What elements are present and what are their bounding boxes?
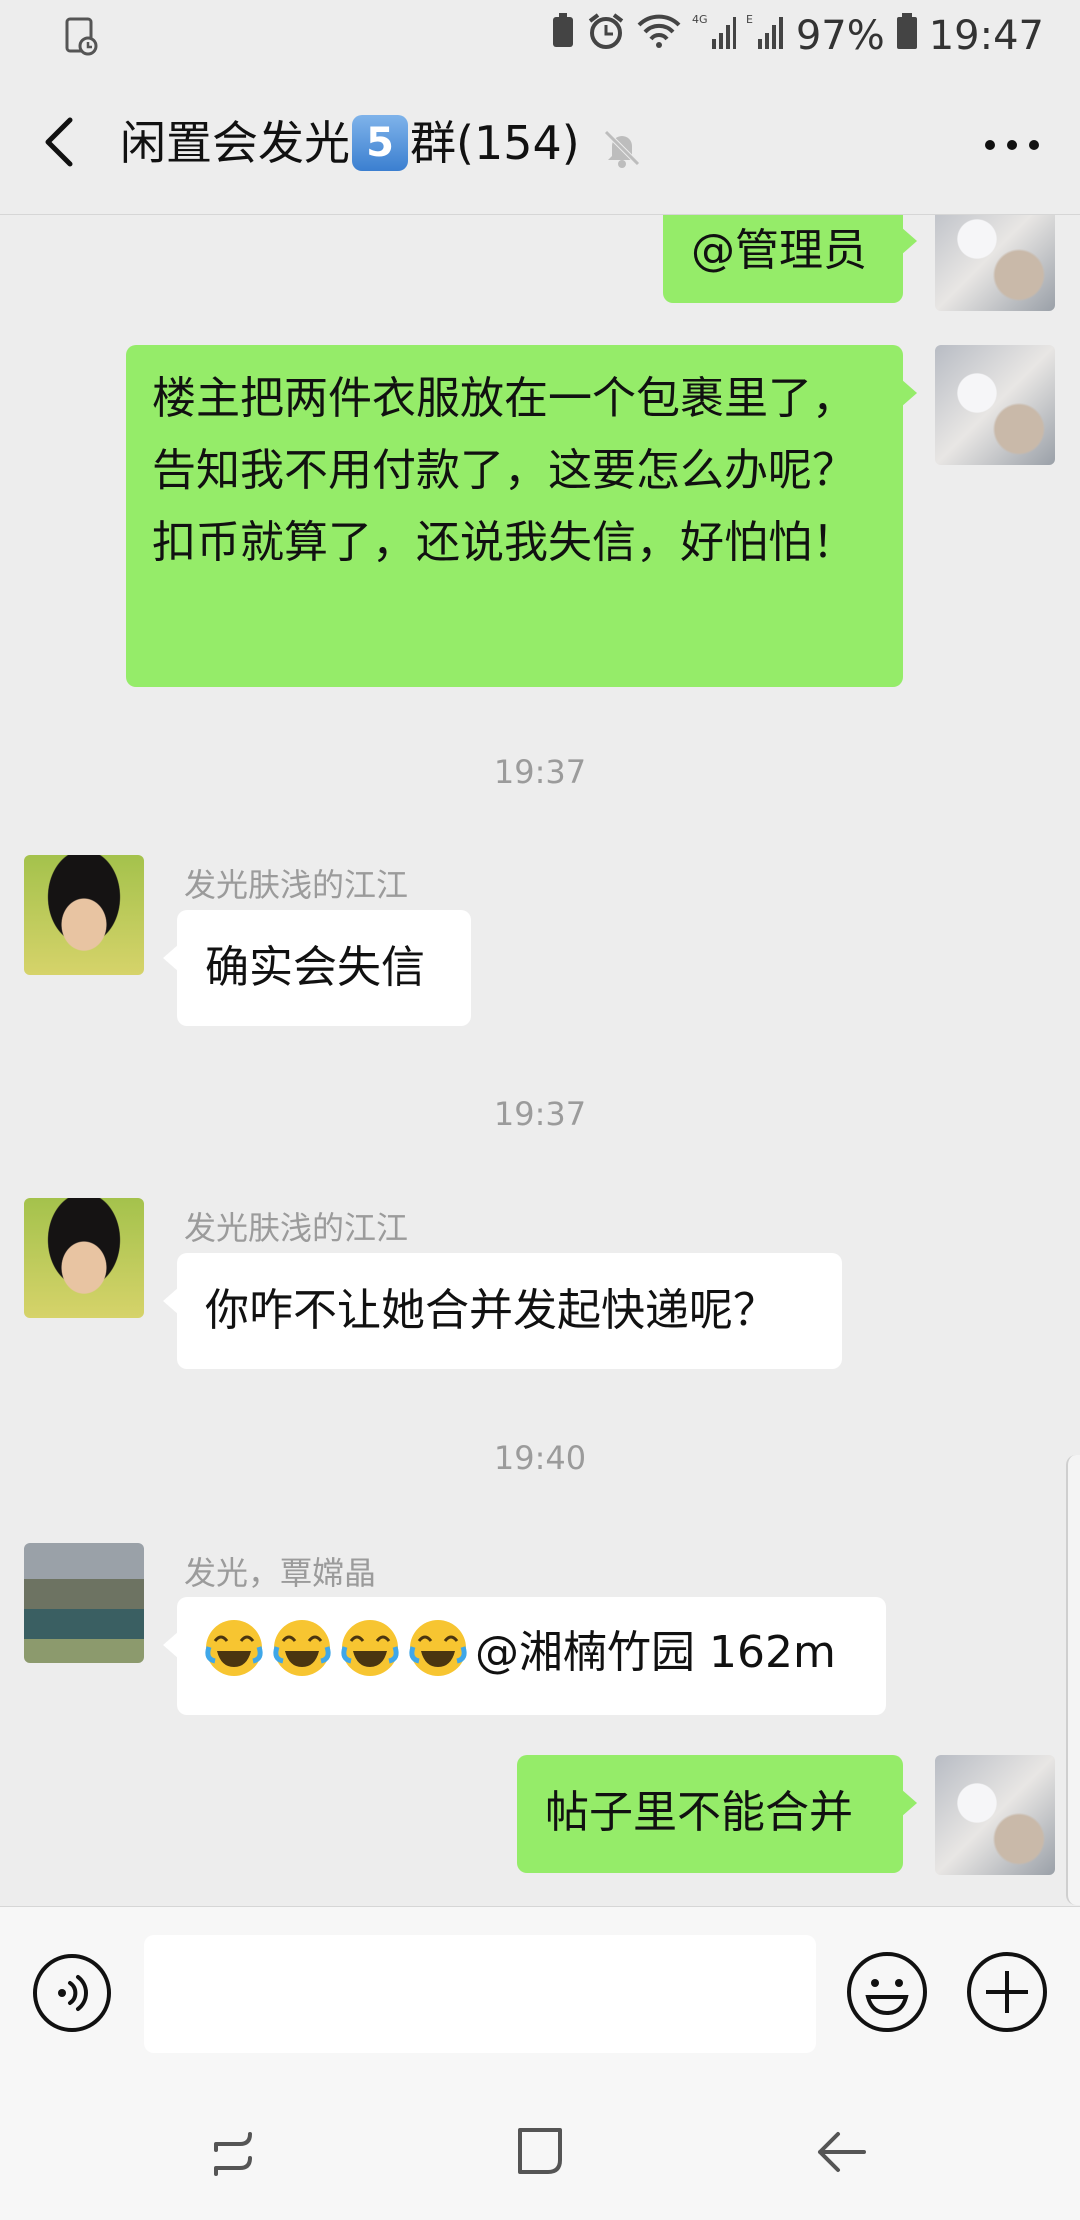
message-text: 你咋不让她合并发起快递呢？: [205, 1285, 777, 1336]
system-nav-bar: [0, 2076, 1080, 2220]
plus-icon[interactable]: [966, 1951, 1048, 2033]
svg-text:E: E: [746, 13, 753, 26]
laughing-emoji-icon: [271, 1617, 333, 1679]
battery-saver-icon: [550, 11, 576, 61]
message-bubble-other[interactable]: 确实会失信: [163, 910, 471, 1026]
battery-icon: [895, 11, 919, 61]
avatar[interactable]: [935, 215, 1055, 311]
avatar[interactable]: [24, 855, 144, 975]
message-bubble-me[interactable]: 楼主把两件衣服放在一个包裹里了，告知我不用付款了，这要怎么办呢？扣币就算了，还说…: [126, 345, 917, 687]
emoji-icon[interactable]: [846, 1951, 928, 2033]
message-text: @管理员: [691, 225, 867, 276]
chat-title: 闲置会发光 5 群(154): [120, 110, 644, 176]
timestamp: 19:40: [493, 1439, 587, 1477]
title-number-badge: 5: [352, 115, 408, 171]
avatar[interactable]: [935, 1755, 1055, 1875]
laughing-emoji-icon: [407, 1617, 469, 1679]
message-text: 帖子里不能合并: [545, 1787, 853, 1838]
status-icons: 4G E 97% 19:47: [550, 10, 1044, 62]
status-bar: 4G E 97% 19:47: [0, 0, 1080, 72]
signal-e-icon: E: [746, 11, 786, 61]
voice-icon[interactable]: [32, 1953, 112, 2033]
laughing-emoji-icon: [203, 1617, 265, 1679]
avatar[interactable]: [24, 1198, 144, 1318]
sender-name: 发光肤浅的江江: [184, 866, 409, 904]
recent-apps-icon[interactable]: [208, 2122, 268, 2182]
message-list[interactable]: @管理员 楼主把两件衣服放在一个包裹里了，告知我不用付款了，这要怎么办呢？扣币就…: [0, 215, 1080, 1905]
more-dots-icon[interactable]: [982, 130, 1042, 160]
message-bubble-me[interactable]: @管理员: [663, 215, 917, 303]
message-text: 楼主把两件衣服放在一个包裹里了，告知我不用付款了，这要怎么办呢？扣币就算了，还说…: [152, 373, 856, 568]
back-arrow-icon[interactable]: [36, 112, 82, 172]
sender-name: 发光，覃嫦晶: [184, 1554, 377, 1592]
signal-4g-icon: 4G: [692, 11, 736, 61]
message-input[interactable]: [144, 1935, 816, 2053]
status-time: 19:47: [928, 13, 1044, 59]
message-bubble-me[interactable]: 帖子里不能合并: [517, 1755, 917, 1873]
wifi-icon: [636, 11, 682, 61]
chat-header: 闲置会发光 5 群(154): [0, 72, 1080, 215]
input-bar: [0, 1906, 1080, 2077]
mute-bell-icon: [600, 121, 644, 168]
screen-recorder-icon: [64, 16, 100, 60]
scrollbar[interactable]: [1066, 1455, 1080, 1905]
message-text: @湘楠竹园 162m: [475, 1627, 836, 1678]
title-prefix: 闲置会发光: [120, 116, 350, 170]
svg-text:4G: 4G: [692, 13, 708, 26]
laughing-emoji-icon: [339, 1617, 401, 1679]
back-nav-icon[interactable]: [812, 2122, 872, 2182]
home-icon[interactable]: [510, 2122, 570, 2182]
message-bubble-other[interactable]: @湘楠竹园 162m: [163, 1597, 886, 1715]
message-text: 确实会失信: [205, 942, 425, 993]
avatar[interactable]: [935, 345, 1055, 465]
battery-percent: 97%: [795, 13, 885, 59]
message-bubble-other[interactable]: 你咋不让她合并发起快递呢？: [163, 1253, 842, 1369]
avatar[interactable]: [24, 1543, 144, 1663]
alarm-icon: [586, 11, 626, 61]
timestamp: 19:37: [493, 1095, 587, 1133]
timestamp: 19:37: [493, 753, 587, 791]
sender-name: 发光肤浅的江江: [184, 1209, 409, 1247]
title-suffix: 群(154): [410, 116, 580, 170]
